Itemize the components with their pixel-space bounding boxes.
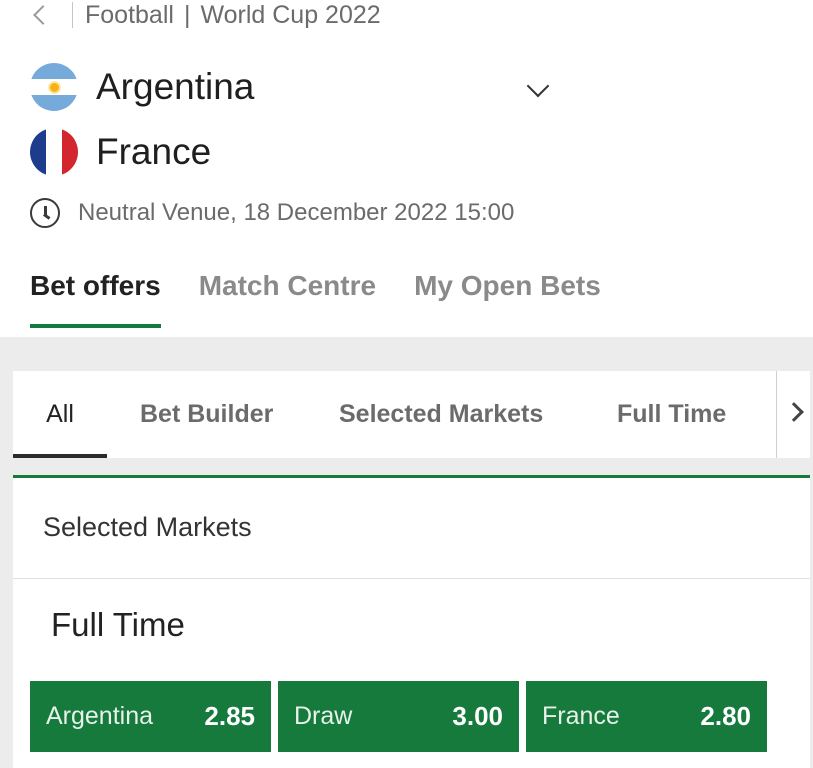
outcome-label: Draw [294,702,353,730]
odds-button-draw[interactable]: Draw 3.00 [278,681,519,752]
chevron-right-icon[interactable] [784,402,804,422]
match-info: Neutral Venue, 18 December 2022 15:00 [30,198,514,228]
outcome-label: Argentina [46,702,154,730]
breadcrumb: Football | World Cup 2022 [30,0,381,30]
breadcrumb-sport[interactable]: Football [85,1,174,30]
subtab-divider [776,371,777,458]
main-tabs: Bet offers Match Centre My Open Bets [30,270,601,328]
argentina-flag-icon [30,63,78,111]
breadcrumb-divider [72,2,73,28]
away-team-row: France [30,128,211,176]
subtab-all[interactable]: All [13,371,107,458]
market-title: Full Time [51,606,185,643]
tab-match-centre[interactable]: Match Centre [199,270,376,328]
card-divider [13,578,810,579]
france-flag-icon [30,128,78,176]
outcome-price: 3.00 [452,701,503,731]
breadcrumb-separator: | [183,0,191,29]
section-title: Selected Markets [43,512,252,542]
subtab-bet-builder[interactable]: Bet Builder [140,371,273,458]
outcome-price: 2.80 [700,701,751,731]
outcome-price: 2.85 [204,701,255,731]
clock-icon [30,198,60,228]
venue-datetime: Neutral Venue, 18 December 2022 15:00 [78,199,515,226]
home-team-name: Argentina [96,66,255,107]
market-filter-tabs: All Bet Builder Selected Markets Full Ti… [13,371,810,458]
subtab-full-time[interactable]: Full Time [617,371,726,458]
tab-my-open-bets[interactable]: My Open Bets [414,270,601,328]
away-team-name: France [96,131,212,172]
subtab-selected-markets[interactable]: Selected Markets [339,371,543,458]
chevron-left-icon[interactable] [33,5,53,25]
breadcrumb-competition[interactable]: World Cup 2022 [200,1,380,30]
odds-button-home[interactable]: Argentina 2.85 [30,681,271,752]
tab-bet-offers[interactable]: Bet offers [30,270,161,328]
odds-button-away[interactable]: France 2.80 [526,681,767,752]
chevron-down-icon[interactable] [526,74,550,98]
outcome-label: France [542,702,620,730]
odds-row: Argentina 2.85 Draw 3.00 France 2.80 [30,681,767,752]
home-team-row: Argentina [30,63,254,111]
